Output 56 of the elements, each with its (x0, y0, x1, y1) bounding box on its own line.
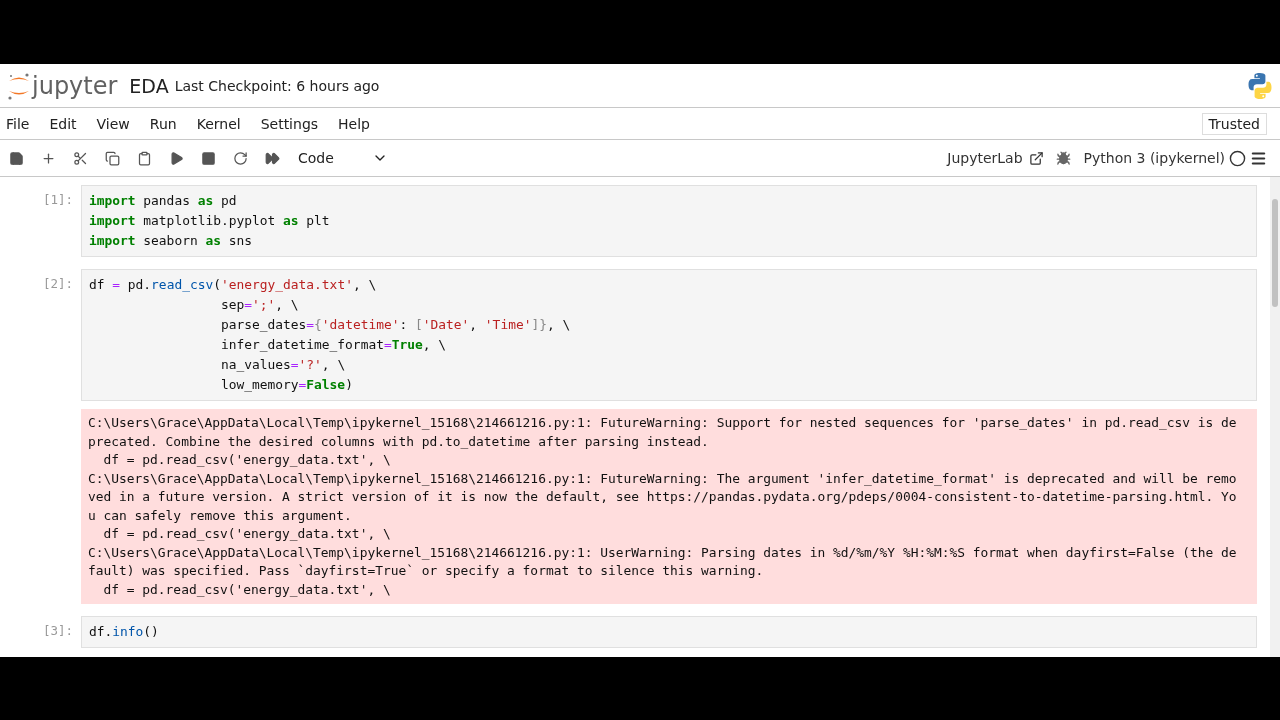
cut-icon (72, 150, 88, 166)
code-line: import matplotlib.pyplot as plt (89, 212, 331, 230)
output-line: df = pd.read_csv('energy_data.txt', \ (102, 525, 392, 543)
code-cell[interactable]: df.info() (81, 616, 1257, 648)
output-line: precated. Combine the desired columns with pd.to_datetime after parsing instead. (88, 432, 710, 451)
scrollbar-thumb[interactable] (1272, 199, 1278, 307)
copy-icon (104, 150, 120, 166)
code-line: parse_dates={'datetime': ['Date', 'Time']}, \ (219, 316, 572, 334)
code-line: df.info() (89, 623, 160, 641)
menu-item[interactable]: Run (149, 115, 184, 132)
jupyterlab-link[interactable]: JupyterLab (943, 150, 1048, 166)
external-link-icon (1028, 150, 1044, 166)
scrollbar[interactable] (1270, 177, 1280, 657)
logo-text: jupyter (32, 71, 118, 100)
code-line: import seaborn as sns (89, 232, 253, 250)
execution-count: [1]: (41, 191, 74, 209)
code-cell[interactable]: df = pd.read_csv('energy_data.txt', \ sep=';', \ parse_dates={'datetime': ['Date', 'Time']}, \ infer_datetime_format=True, \ na_values='?', \ low_memory=False) (81, 269, 1257, 401)
output-line: df = pd.read_csv('energy_data.txt', \ (102, 451, 392, 469)
add-cell-icon (40, 150, 56, 166)
output-line: df = pd.read_csv('energy_data.txt', \ (102, 580, 392, 599)
output-line: C:\Users\Grace\AppData\Local\Temp\ipykernel_15168\214661216.py:1: FutureWarning: Support for nested sequences for 'parse_dates' in pd.read_csv is de (88, 414, 1238, 432)
fast-forward-icon (264, 150, 280, 166)
code-line: sep=';', \ (219, 296, 300, 314)
output-line: fault) was specified. Pass `dayfirst=True` or specify a format to silence this warning. (88, 562, 765, 580)
python-logo-icon (1246, 71, 1274, 100)
menu-item[interactable]: Help (338, 115, 377, 132)
trusted-button[interactable]: Trusted (1201, 112, 1267, 135)
paste-icon (136, 150, 152, 166)
bug-icon (1056, 150, 1072, 166)
notebook-name[interactable]: EDA (129, 74, 169, 97)
code-line: low_memory=False) (219, 376, 354, 394)
stop-icon (200, 150, 216, 166)
save-icon (8, 150, 24, 166)
menu-item[interactable]: File (6, 115, 37, 132)
menu-item[interactable]: Kernel (196, 115, 248, 132)
kernel-status-icon (1229, 149, 1246, 167)
menu-item[interactable]: Settings (260, 115, 326, 132)
execution-count: [2]: (41, 275, 74, 293)
menu-icon (1249, 149, 1267, 167)
code-line: infer_datetime_format=True, \ (219, 336, 448, 354)
output-line: ved in a future version. A strict version of it is now the default, see https://pandas.pydata.org/pdeps/0004-consistent-to-datetime-parsing.html. Yo (88, 488, 1238, 506)
code-cell[interactable]: import pandas as pd import matplotlib.pyplot as plt import seaborn as sns (81, 185, 1257, 257)
execution-count: [3]: (41, 622, 74, 640)
checkpoint-status: Last Checkpoint: 6 hours ago (174, 77, 380, 94)
output-line: C:\Users\Grace\AppData\Local\Temp\ipykernel_15168\214661216.py:1: UserWarning: Parsing dates in %d/%m/%Y %H:%M:%S format when dayfirst=False (the de (88, 543, 1238, 562)
menu-item[interactable]: View (96, 115, 137, 132)
code-line: na_values='?', \ (219, 356, 347, 374)
output-line: C:\Users\Grace\AppData\Local\Temp\ipykernel_15168\214661216.py:1: FutureWarning: The argument 'infer_datetime_format' is deprecated and will be remo (88, 469, 1238, 488)
cell-type-select[interactable]: Code (294, 150, 392, 166)
output-line: u can safely remove this argument. (88, 506, 353, 525)
code-line: import pandas as pd (89, 192, 238, 210)
restart-icon (232, 150, 248, 166)
run-icon (168, 150, 184, 166)
kernel-name[interactable]: Python 3 (ipykernel) (1079, 150, 1229, 166)
code-line: df = pd.read_csv('energy_data.txt', \ (89, 276, 378, 294)
menu-item[interactable]: Edit (49, 115, 84, 132)
